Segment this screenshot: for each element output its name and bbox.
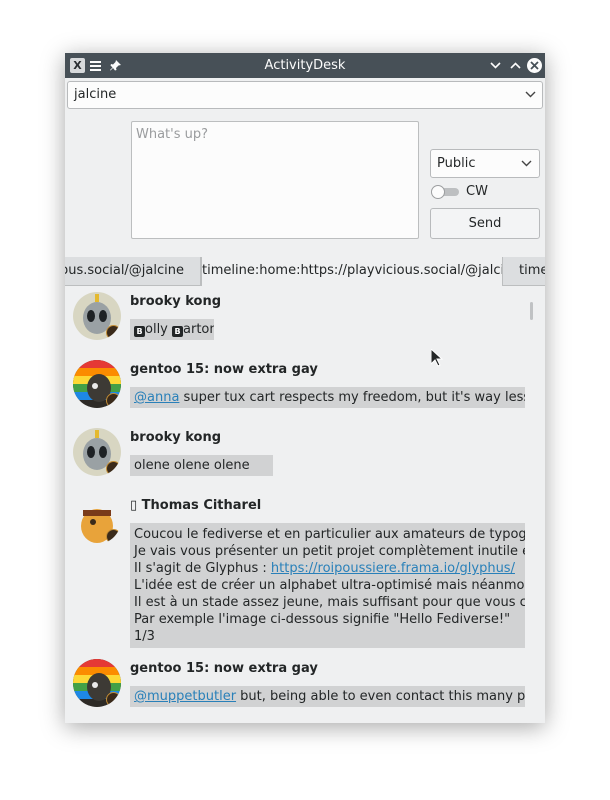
- post-text: olene olene olene: [134, 458, 250, 473]
- post-author: brooky kong: [130, 294, 222, 309]
- post-line: Il s'agit de Glyphus : https://roipoussi…: [134, 560, 521, 577]
- post-text: olly: [145, 322, 173, 337]
- avatar[interactable]: [73, 428, 121, 476]
- post-line: Par exemple l'image ci-dessous signifie …: [134, 612, 511, 627]
- mention-link[interactable]: @muppetbutler: [134, 689, 236, 704]
- compose-textarea[interactable]: What's up?: [131, 121, 419, 239]
- avatar[interactable]: [73, 659, 121, 707]
- chevron-up-icon[interactable]: [508, 58, 523, 73]
- post-content: olene olene olene: [130, 455, 273, 476]
- chevron-down-icon: [521, 150, 532, 177]
- visibility-select[interactable]: Public: [430, 149, 540, 178]
- avatar[interactable]: [73, 360, 121, 408]
- chevron-down-icon: [525, 82, 536, 108]
- post-author: ▯ Thomas Citharel: [130, 498, 262, 513]
- app-window: X ActivityDesk jalcine What's up? Public: [65, 53, 545, 723]
- timeline-list[interactable]: brooky kong Bolly Barton gentoo 15: now …: [65, 286, 545, 723]
- post-author: gentoo 15: now extra gay: [130, 362, 318, 377]
- close-icon[interactable]: [527, 58, 542, 73]
- mention-link[interactable]: @anna: [134, 390, 179, 405]
- post-text: arton: [183, 322, 214, 337]
- avatar[interactable]: [73, 292, 121, 340]
- tab-home-timeline[interactable]: timeline:home:https://playvicious.social…: [201, 257, 503, 286]
- avatar-badge: [106, 325, 121, 340]
- tab-label: timeline:home:https://playvicious.social…: [202, 263, 503, 278]
- post-line: Coucou le fediverse et en particulier au…: [134, 527, 525, 542]
- window-title: ActivityDesk: [264, 58, 346, 73]
- cw-label: CW: [466, 184, 488, 199]
- post-line: Je vais vous présenter un petit projet c…: [134, 544, 525, 559]
- post-line: Il est à un stade assez jeune, mais suff…: [134, 595, 525, 610]
- compose-placeholder: What's up?: [136, 127, 209, 142]
- account-select-value: jalcine: [74, 87, 117, 102]
- avatar-badge: [106, 461, 121, 476]
- post-content: @anna super tux cart respects my freedom…: [130, 387, 525, 408]
- emoji-icon: B: [172, 326, 184, 337]
- tab-timeline-overflow[interactable]: time: [503, 257, 545, 285]
- post-content: Coucou le fediverse et en particulier au…: [130, 523, 525, 648]
- avatar[interactable]: [73, 496, 121, 544]
- post-content: Bolly Barton: [130, 319, 214, 340]
- glyphus-link[interactable]: https://roipoussiere.frama.io/glyphus/: [271, 561, 515, 576]
- post-content: @muppetbutler but, being able to even co…: [130, 686, 525, 707]
- tab-label: time: [519, 263, 545, 278]
- timeline-scrollbar[interactable]: [530, 302, 533, 320]
- post-line: L'idée est de créer un alphabet ultra-op…: [134, 578, 525, 593]
- avatar-badge: [106, 692, 121, 707]
- post-text: super tux cart respects my freedom, but …: [183, 390, 525, 405]
- mouse-cursor-icon: [430, 347, 444, 371]
- cw-toggle[interactable]: [431, 185, 459, 199]
- tab-vicious-social[interactable]: vicious.social/@jalcine: [65, 257, 201, 285]
- avatar-badge: [106, 529, 121, 544]
- visibility-select-value: Public: [437, 156, 476, 171]
- post-text: Il s'agit de Glyphus :: [134, 561, 271, 576]
- avatar-badge: [106, 393, 121, 408]
- post-text: but, being able to even contact this man…: [240, 689, 525, 704]
- post-author: gentoo 15: now extra gay: [130, 661, 318, 676]
- post-author: brooky kong: [130, 430, 222, 445]
- title-bar[interactable]: X ActivityDesk: [65, 53, 545, 78]
- tab-label: vicious.social/@jalcine: [65, 263, 184, 278]
- timeline-tabbar: vicious.social/@jalcine timeline:home:ht…: [65, 257, 545, 286]
- post-line: 1/3: [134, 629, 155, 644]
- account-select[interactable]: jalcine: [67, 81, 543, 109]
- send-button[interactable]: Send: [430, 208, 540, 239]
- cw-toggle-knob: [431, 185, 445, 199]
- chevron-down-icon[interactable]: [488, 58, 503, 73]
- emoji-icon: B: [134, 326, 145, 337]
